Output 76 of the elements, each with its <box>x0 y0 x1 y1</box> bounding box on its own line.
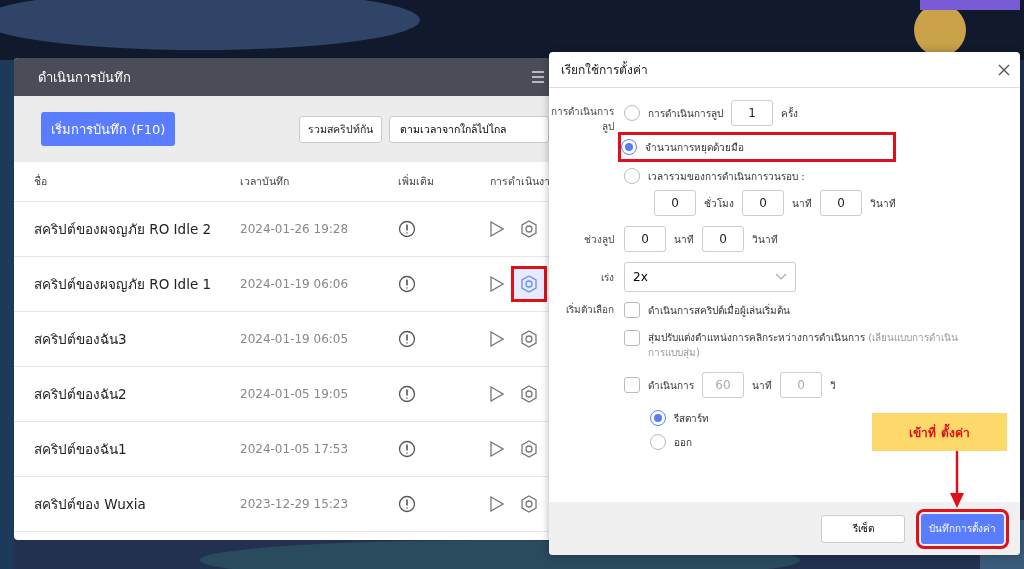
unit-label: วิ <box>830 378 836 393</box>
unit-label: นาที <box>752 378 772 393</box>
number-field[interactable]: 1 <box>731 100 773 126</box>
gear-icon <box>520 275 538 293</box>
record-time: 2024-01-19 06:05 <box>240 332 350 346</box>
play-icon[interactable] <box>490 441 504 457</box>
option-label: การดำเนินการลูป <box>648 106 723 121</box>
field-label: การดำเนินการลูป <box>550 105 615 135</box>
number-field[interactable]: 0 <box>820 190 862 216</box>
script-name: สคริปต์ของฉัน1 <box>34 440 128 459</box>
checkbox[interactable] <box>624 330 640 346</box>
option-label: ดำเนินการสคริปต์เมื่อผู้เล่นเริ่มต้น <box>648 302 790 318</box>
info-icon[interactable] <box>398 275 416 293</box>
play-icon[interactable] <box>490 276 504 292</box>
arrow-icon <box>949 451 965 509</box>
option-label: เวลารวมของการดำเนินการวนรอบ : <box>648 169 805 184</box>
script-name: สคริปต์ของฉัน3 <box>34 330 128 349</box>
callout-note: เข้าที่ ตั้งค่า <box>872 413 1007 451</box>
gear-icon <box>520 440 538 458</box>
record-time: 2024-01-05 17:53 <box>240 442 350 456</box>
settings-button[interactable] <box>514 269 544 299</box>
number-field[interactable]: 0 <box>742 190 784 216</box>
info-icon[interactable] <box>398 220 416 238</box>
reset-button[interactable]: รีเซ็ต <box>821 514 905 543</box>
option-label: สุ่มปรับแต่งตำแหน่งการคลิกระหว่างการดำเนินการ (เลียนแบบการดำเนินการแบบสุ่ม) <box>648 331 960 360</box>
script-name: สคริปต์ของ Wuxia <box>34 495 147 514</box>
script-name: สคริปต์ของฉัน2 <box>34 385 128 404</box>
field-label: เริ่มตัวเลือก <box>565 302 615 317</box>
option-label: ดำเนินการ <box>648 378 694 393</box>
play-icon[interactable] <box>490 331 504 347</box>
info-icon[interactable] <box>398 385 416 403</box>
option-label: ออก <box>674 435 692 450</box>
play-icon[interactable] <box>490 496 504 512</box>
unit-label: นาที <box>792 196 812 211</box>
menu-icon[interactable] <box>531 71 545 83</box>
option-label: รีสตาร์ท <box>674 411 709 426</box>
speed-select[interactable]: 2x <box>624 262 796 292</box>
close-icon[interactable] <box>998 63 1010 76</box>
field-label: เร่ง <box>600 270 615 285</box>
record-time: 2023-12-29 15:23 <box>240 497 350 511</box>
number-field[interactable]: 0 <box>702 226 744 252</box>
column-header: เวลาบันทึก <box>240 174 290 189</box>
info-icon[interactable] <box>398 330 416 348</box>
unit-label: นาที <box>674 232 694 247</box>
gear-icon <box>520 330 538 348</box>
script-name: สคริปต์ของผจญภัย RO Idle 2 <box>34 220 213 239</box>
panel-title: ดำเนินการบันทึก <box>38 68 131 87</box>
script-name: สคริปต์ของผจญภัย RO Idle 1 <box>34 275 213 294</box>
record-time: 2024-01-26 19:28 <box>240 222 350 236</box>
info-icon[interactable] <box>398 495 416 513</box>
number-field[interactable]: 0 <box>624 226 666 252</box>
unit-label: วินาที <box>752 232 778 247</box>
gear-icon <box>520 220 538 238</box>
record-time: 2024-01-05 19:05 <box>240 387 350 401</box>
play-icon[interactable] <box>490 386 504 402</box>
merge-button[interactable]: รวมสคริปท์กัน <box>299 115 382 143</box>
unit-label: ครั้ง <box>781 105 798 121</box>
option-label: จำนวนการหยุดด้วยมือ <box>645 140 744 155</box>
info-icon[interactable] <box>398 440 416 458</box>
chevron-icon <box>775 273 787 281</box>
unit-label: ชั่วโมง <box>704 195 734 211</box>
gear-icon <box>520 385 538 403</box>
checkbox[interactable] <box>624 302 640 318</box>
sort-select[interactable]: ตามเวลาจากใกล้ไปไกล <box>389 115 549 143</box>
record-time: 2024-01-19 06:06 <box>240 277 350 291</box>
record-button[interactable]: เริ่มการบันทึก (F10) <box>41 112 176 146</box>
dialog-title: เรียกใช้การตั้งค่า <box>561 60 648 79</box>
column-header: การดำเนินงา <box>490 174 549 189</box>
gear-icon <box>520 495 538 513</box>
play-icon[interactable] <box>490 221 504 237</box>
number-field[interactable]: 0 <box>654 190 696 216</box>
column-header: ชื่อ <box>34 173 48 189</box>
unit-label: วินาที <box>870 196 896 211</box>
field-label: ช่วงลูป <box>583 232 615 247</box>
column-header: เพิ่มเติม <box>398 173 435 189</box>
checkbox[interactable] <box>624 377 640 393</box>
